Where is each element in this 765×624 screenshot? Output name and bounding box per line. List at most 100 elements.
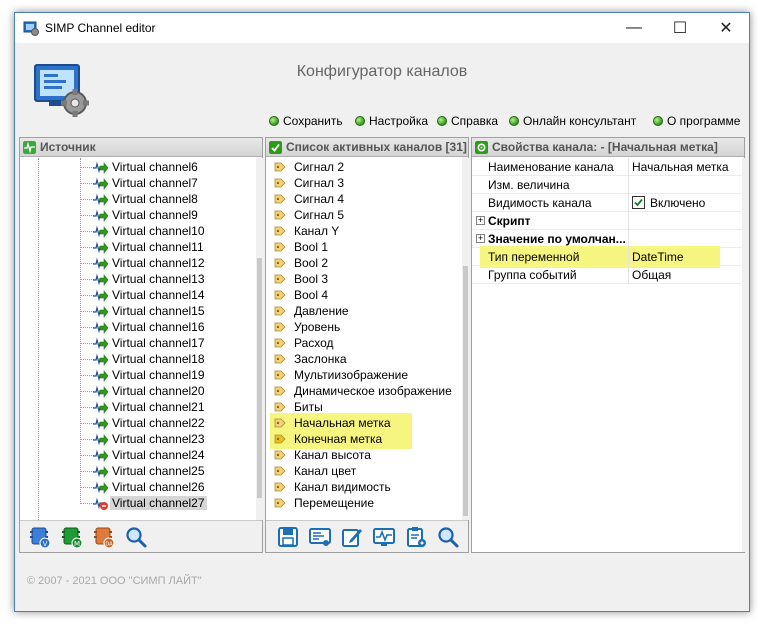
search-icon[interactable] — [436, 525, 460, 549]
expand-icon[interactable]: + — [476, 234, 485, 243]
menu-about[interactable]: О программе — [653, 113, 740, 129]
menu-help[interactable]: Справка — [437, 113, 498, 129]
visibility-checkbox[interactable] — [632, 196, 645, 209]
tree-item[interactable]: Virtual channel12 — [20, 255, 256, 271]
maximize-button[interactable]: ☐ — [657, 13, 703, 43]
active-channel-item[interactable]: Начальная метка — [266, 415, 462, 431]
menu-save[interactable]: Сохранить — [269, 113, 343, 129]
tree-item[interactable]: Virtual channel18 — [20, 351, 256, 367]
menu-label: Онлайн консультант — [523, 114, 637, 128]
minimize-button[interactable]: — — [611, 13, 657, 43]
active-channel-item[interactable]: Заслонка — [266, 351, 462, 367]
active-channel-item[interactable]: Bool 1 — [266, 239, 462, 255]
property-row[interactable]: Тип переменной DateTime — [472, 248, 742, 266]
tree-item-label: Virtual channel20 — [112, 384, 205, 398]
property-row[interactable]: + Скрипт — [472, 212, 742, 230]
add-modbus-channel-icon[interactable]: M — [60, 525, 84, 549]
active-channel-item[interactable]: Мультиизображение — [266, 367, 462, 383]
tree-item[interactable]: Virtual channel27 — [20, 495, 256, 511]
active-channel-item[interactable]: Bool 2 — [266, 255, 462, 271]
property-row[interactable]: Изм. величина — [472, 176, 742, 194]
property-row[interactable]: Видимость канала Включено — [472, 194, 742, 212]
active-channel-label: Bool 4 — [294, 288, 329, 302]
menu-online-consultant[interactable]: Онлайн консультант — [509, 113, 636, 129]
save-icon[interactable] — [276, 525, 300, 549]
channel-arrow-icon — [93, 337, 108, 350]
active-channel-label: Динамическое изображение — [294, 384, 452, 398]
active-channel-item[interactable]: Биты — [266, 399, 462, 415]
active-channel-item[interactable]: Динамическое изображение — [266, 383, 462, 399]
active-channel-item[interactable]: Канал Y — [266, 223, 462, 239]
tree-item[interactable]: Virtual channel17 — [20, 335, 256, 351]
active-channel-item[interactable]: Уровень — [266, 319, 462, 335]
tree-item[interactable]: Virtual channel22 — [20, 415, 256, 431]
active-channel-item[interactable]: Канал цвет — [266, 463, 462, 479]
tree-item[interactable]: Virtual channel19 — [20, 367, 256, 383]
channel-list-icon[interactable] — [308, 525, 332, 549]
active-channel-label: Давление — [294, 304, 349, 318]
signal-monitor-icon[interactable] — [372, 525, 396, 549]
tree-item[interactable]: Virtual channel13 — [20, 271, 256, 287]
active-channel-item[interactable]: Bool 3 — [266, 271, 462, 287]
active-scrollbar-thumb[interactable] — [463, 266, 468, 516]
active-channel-item[interactable]: Канал высота — [266, 447, 462, 463]
source-tree[interactable]: Virtual channel6 Virtual channel7 Virtual … — [20, 158, 256, 520]
search-icon[interactable] — [124, 525, 148, 549]
active-channel-item[interactable]: Сигнал 3 — [266, 175, 462, 191]
tree-item[interactable]: Virtual channel26 — [20, 479, 256, 495]
tree-item[interactable]: Virtual channel8 — [20, 191, 256, 207]
property-value: DateTime — [632, 250, 684, 264]
expand-icon[interactable]: + — [476, 216, 485, 225]
active-channel-item[interactable]: Сигнал 5 — [266, 207, 462, 223]
tree-item[interactable]: Virtual channel6 — [20, 159, 256, 175]
tree-item-label: Virtual channel17 — [112, 336, 205, 350]
active-channel-item[interactable]: Перемещение — [266, 495, 462, 511]
edit-icon[interactable] — [340, 525, 364, 549]
properties-scrollbar[interactable] — [742, 158, 745, 552]
green-dot-icon — [653, 116, 663, 126]
tree-item[interactable]: Virtual channel11 — [20, 239, 256, 255]
active-scrollbar[interactable] — [462, 158, 469, 520]
tree-item[interactable]: Virtual channel21 — [20, 399, 256, 415]
channel-tag-icon — [274, 194, 286, 204]
waveform-icon — [23, 140, 36, 154]
tree-item[interactable]: Virtual channel20 — [20, 383, 256, 399]
property-row[interactable]: Группа событий Общая — [472, 266, 742, 284]
tree-item[interactable]: Virtual channel25 — [20, 463, 256, 479]
tree-item-label: Virtual channel25 — [112, 464, 205, 478]
add-opc-channel-icon[interactable]: DA — [92, 525, 116, 549]
active-channel-item[interactable]: Сигнал 2 — [266, 159, 462, 175]
source-scrollbar[interactable] — [256, 158, 263, 520]
tree-item[interactable]: Virtual channel9 — [20, 207, 256, 223]
active-channel-label: Сигнал 5 — [294, 208, 345, 222]
tree-item[interactable]: Virtual channel23 — [20, 431, 256, 447]
tree-item[interactable]: Virtual channel10 — [20, 223, 256, 239]
active-channel-item[interactable]: Расход — [266, 335, 462, 351]
channel-arrow-icon — [93, 289, 108, 302]
add-virtual-channel-icon[interactable]: V — [28, 525, 52, 549]
channel-arrow-icon — [93, 449, 108, 462]
menu-settings[interactable]: Настройка — [355, 113, 428, 129]
active-channel-item[interactable]: Канал видимость — [266, 479, 462, 495]
channel-arrow-icon — [93, 369, 108, 382]
tree-item[interactable]: Virtual channel24 — [20, 447, 256, 463]
active-channel-label: Мультиизображение — [294, 368, 409, 382]
active-channel-item[interactable]: Конечная метка — [266, 431, 462, 447]
tree-item[interactable]: Virtual channel14 — [20, 287, 256, 303]
property-row[interactable]: + Значение по умолчан... — [472, 230, 742, 248]
close-button[interactable]: ✕ — [703, 13, 749, 43]
active-channel-item[interactable]: Bool 4 — [266, 287, 462, 303]
active-channel-item[interactable]: Давление — [266, 303, 462, 319]
clipboard-settings-icon[interactable] — [404, 525, 428, 549]
active-channels-list[interactable]: Сигнал 2 Сигнал 3 Сигнал 4 Сигнал 5 Канал Y B… — [266, 158, 462, 520]
gear-icon — [475, 140, 488, 154]
app-icon — [23, 21, 39, 36]
channel-arrow-icon — [93, 241, 108, 254]
active-channel-item[interactable]: Сигнал 4 — [266, 191, 462, 207]
source-scrollbar-thumb[interactable] — [257, 258, 262, 498]
channel-tag-icon — [274, 338, 286, 348]
tree-item[interactable]: Virtual channel16 — [20, 319, 256, 335]
tree-item[interactable]: Virtual channel7 — [20, 175, 256, 191]
property-row[interactable]: Наименование канала Начальная метка — [472, 158, 742, 176]
tree-item[interactable]: Virtual channel15 — [20, 303, 256, 319]
